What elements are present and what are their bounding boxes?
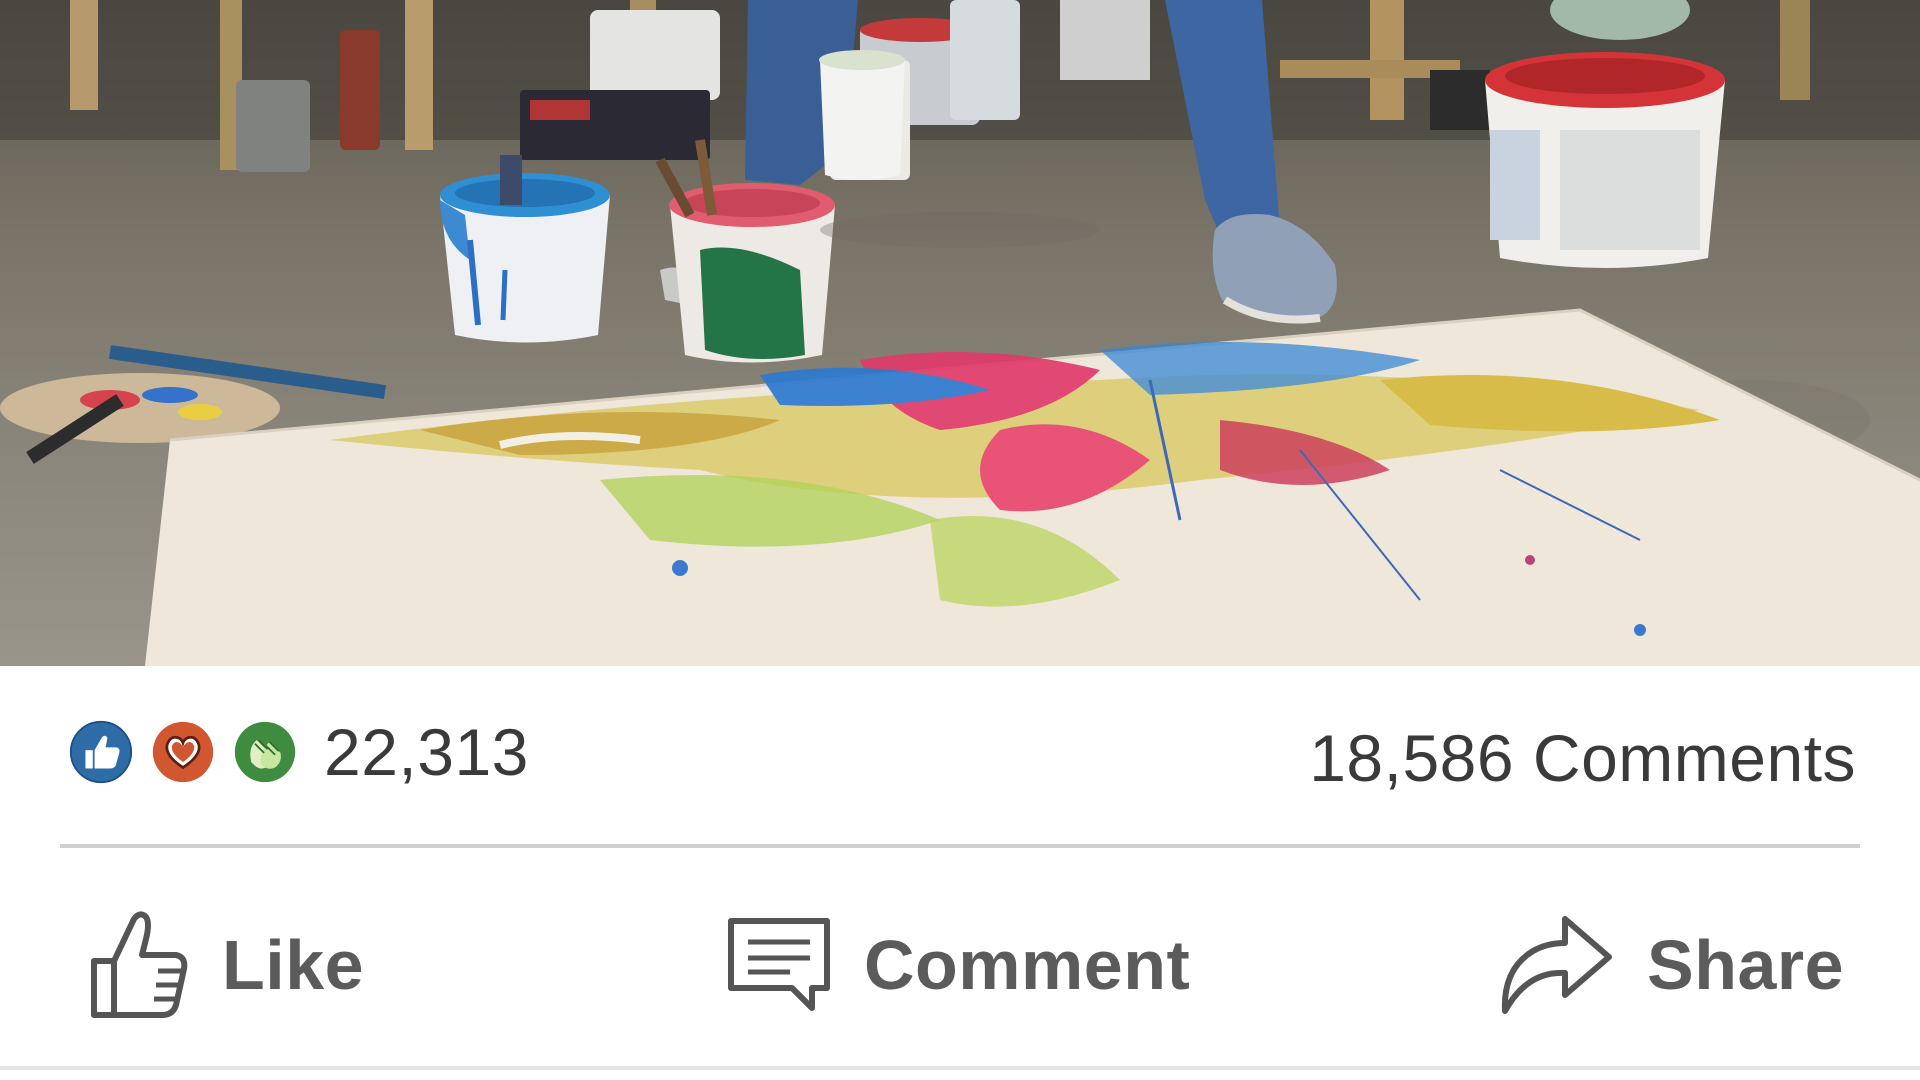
- post-actions: Like Comment Share: [60, 890, 1860, 1040]
- share-arrow-icon: [1493, 913, 1615, 1017]
- celebrate-reaction-icon: [230, 717, 300, 787]
- thumbs-up-icon: [88, 909, 190, 1021]
- engagement-stats: 22,313 18,586 Comments: [60, 700, 1860, 804]
- comments-count[interactable]: 18,586 Comments: [1309, 720, 1856, 796]
- comment-button[interactable]: Comment: [726, 890, 1190, 1040]
- comment-label: Comment: [864, 926, 1191, 1004]
- share-button[interactable]: Share: [1493, 890, 1844, 1040]
- comment-icon: [726, 916, 832, 1014]
- post-media[interactable]: [0, 0, 1920, 666]
- like-reaction-icon: [66, 717, 136, 787]
- divider: [60, 844, 1860, 848]
- like-label: Like: [222, 926, 365, 1004]
- love-reaction-icon: [148, 717, 218, 787]
- reactions-summary[interactable]: 22,313: [66, 715, 529, 789]
- post-view: 22,313 18,586 Comments Like Comment Shar…: [0, 0, 1920, 1080]
- share-label: Share: [1647, 926, 1845, 1004]
- painting-scene: [0, 0, 1920, 666]
- like-button[interactable]: Like: [88, 890, 364, 1040]
- bottom-divider: [0, 1066, 1920, 1070]
- reaction-count: 22,313: [324, 715, 529, 789]
